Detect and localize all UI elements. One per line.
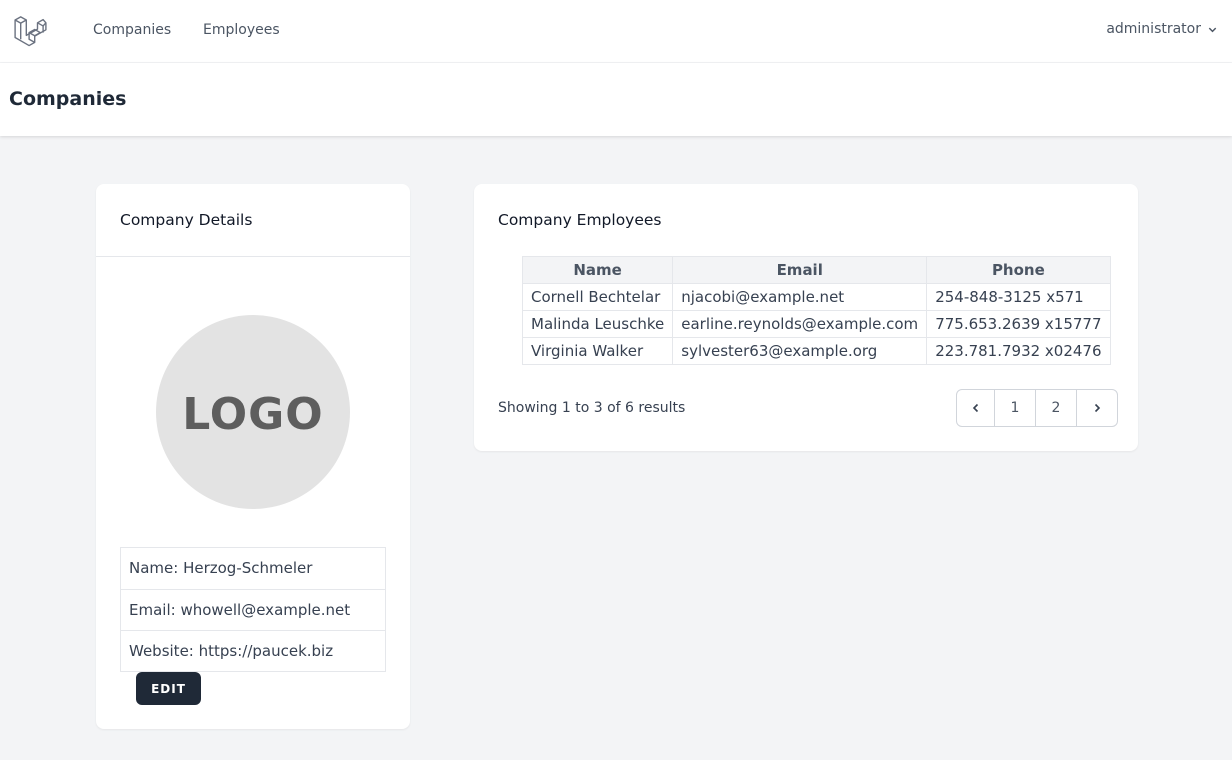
nav-link-companies[interactable]: Companies bbox=[93, 22, 171, 38]
cell-name: Malinda Leuschke bbox=[521, 310, 674, 338]
table-row: Malinda Leuschke earline.reynolds@exampl… bbox=[521, 310, 1111, 338]
pagination-previous-button[interactable] bbox=[957, 390, 994, 426]
pagination-page-2[interactable]: 2 bbox=[1035, 390, 1076, 426]
logo-placeholder-text: LOGO bbox=[182, 388, 324, 440]
pagination-summary: Showing 1 to 3 of 6 results bbox=[498, 400, 686, 416]
laravel-logo-icon[interactable] bbox=[12, 13, 49, 48]
cell-email: sylvester63@example.org bbox=[672, 337, 928, 365]
column-header-phone: Phone bbox=[926, 256, 1111, 284]
company-details-list: Name: Herzog-Schmeler Email: whowell@exa… bbox=[120, 547, 386, 672]
table-header-row: Name Email Phone bbox=[521, 256, 1111, 284]
column-header-name: Name bbox=[521, 256, 674, 284]
user-menu-dropdown[interactable]: administrator bbox=[1106, 21, 1218, 37]
page-title: Companies bbox=[9, 88, 127, 110]
detail-name: Name: Herzog-Schmeler bbox=[129, 559, 313, 577]
chevron-left-icon bbox=[972, 403, 978, 413]
company-employees-card: Company Employees Name Email Phone Corne… bbox=[474, 184, 1138, 451]
page-header: Companies bbox=[0, 63, 1232, 136]
pagination-page-1[interactable]: 1 bbox=[994, 390, 1035, 426]
card-title: Company Employees bbox=[498, 211, 662, 229]
chevron-right-icon bbox=[1094, 403, 1101, 413]
chevron-down-icon bbox=[1208, 27, 1217, 32]
company-details-card: Company Details LOGO Name: Herzog-Schmel… bbox=[96, 184, 410, 729]
nav-link-employees[interactable]: Employees bbox=[203, 22, 280, 38]
cell-name: Cornell Bechtelar bbox=[521, 283, 674, 311]
cell-phone: 775.653.2639 x15777 bbox=[926, 310, 1111, 338]
table-row: Cornell Bechtelar njacobi@example.net 25… bbox=[521, 283, 1111, 311]
divider bbox=[96, 256, 410, 257]
cell-phone: 223.781.7932 x02476 bbox=[926, 337, 1111, 365]
card-title: Company Details bbox=[120, 211, 253, 229]
cell-phone: 254-848-3125 x571 bbox=[926, 283, 1111, 311]
user-name: administrator bbox=[1106, 21, 1201, 37]
company-logo: LOGO bbox=[156, 315, 350, 509]
employees-table: Name Email Phone Cornell Bechtelar njaco… bbox=[521, 256, 1111, 365]
top-navigation: Companies Employees administrator bbox=[0, 0, 1232, 63]
detail-website: Website: https://paucek.biz bbox=[121, 630, 385, 671]
table-row: Virginia Walker sylvester63@example.org … bbox=[521, 337, 1111, 365]
pagination-next-button[interactable] bbox=[1076, 390, 1117, 426]
detail-email: Email: whowell@example.net bbox=[121, 589, 385, 630]
pagination: 1 2 bbox=[956, 389, 1118, 427]
column-header-email: Email bbox=[672, 256, 928, 284]
cell-name: Virginia Walker bbox=[521, 337, 674, 365]
cell-email: earline.reynolds@example.com bbox=[672, 310, 928, 338]
cell-email: njacobi@example.net bbox=[672, 283, 928, 311]
edit-button[interactable]: EDIT bbox=[136, 672, 201, 705]
